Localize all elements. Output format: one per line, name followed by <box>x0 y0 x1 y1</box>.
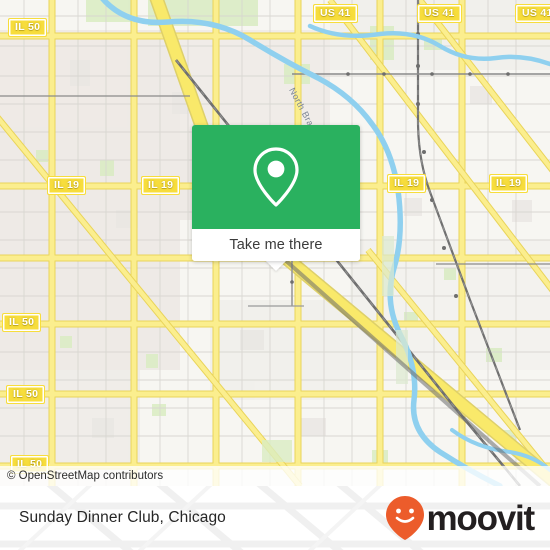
map-pin-icon <box>253 147 299 207</box>
road-shield-il-50-w-a: IL 50 <box>2 313 42 332</box>
footer-bar: Sunday Dinner Club, Chicago moovit <box>0 486 550 550</box>
road-shield-label: IL 50 <box>9 316 35 328</box>
road-shield-il-19-a: IL 19 <box>47 176 87 195</box>
road-shield-label: IL 50 <box>13 388 39 400</box>
moovit-map-screenshot: IL 50 US 41 US 41 US 41 IL 19 IL 19 IL 1… <box>0 0 550 550</box>
moovit-brand-logo[interactable]: moovit <box>385 495 550 541</box>
place-name-label: Sunday Dinner Club, Chicago <box>19 509 226 526</box>
road-shield-us-41-b: US 41 <box>417 4 462 23</box>
road-shield-label: IL 19 <box>148 179 174 191</box>
take-me-there-popup[interactable]: Take me there <box>192 125 360 261</box>
moovit-smiley-pin-icon <box>386 496 425 540</box>
road-shield-us-41-c: US 41 <box>515 4 550 23</box>
road-shield-il-19-c: IL 19 <box>387 174 427 193</box>
road-shield-label: US 41 <box>522 7 550 19</box>
road-shield-il-19-b: IL 19 <box>141 176 181 195</box>
road-shield-label: US 41 <box>320 7 351 19</box>
popup-header <box>192 125 360 229</box>
popup-pointer <box>265 260 287 271</box>
moovit-wordmark: moovit <box>426 498 535 538</box>
take-me-there-label: Take me there <box>229 237 323 253</box>
osm-attribution-text[interactable]: © OpenStreetMap contributors <box>0 470 163 482</box>
road-shield-us-41-a: US 41 <box>313 4 358 23</box>
road-shield-label: IL 19 <box>54 179 80 191</box>
road-shield-label: US 41 <box>424 7 455 19</box>
park-patch <box>262 440 292 462</box>
road-shield-label: IL 19 <box>496 177 522 189</box>
map-attribution-bar: © OpenStreetMap contributors <box>0 466 550 486</box>
road-shield-label: IL 19 <box>394 177 420 189</box>
road-shield-il-50-w-b: IL 50 <box>6 385 46 404</box>
road-shield-il-19-d: IL 19 <box>489 174 529 193</box>
map-canvas[interactable]: IL 50 US 41 US 41 US 41 IL 19 IL 19 IL 1… <box>0 0 550 486</box>
road-shield-il-50-nw: IL 50 <box>8 18 48 37</box>
road-shield-label: IL 50 <box>15 21 41 33</box>
popup-action-bar[interactable]: Take me there <box>192 229 360 261</box>
